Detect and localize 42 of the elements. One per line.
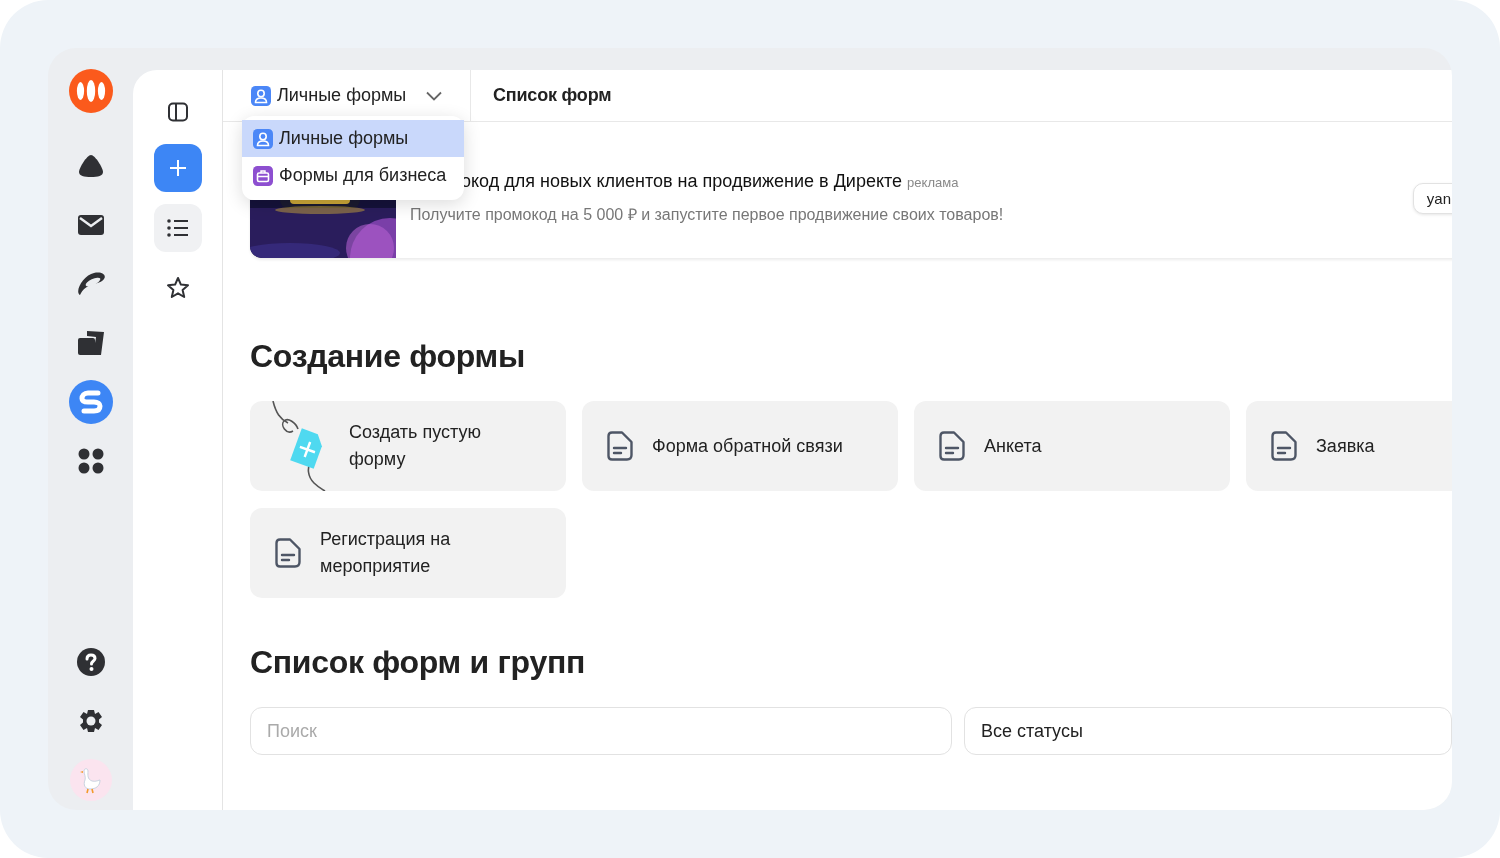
template-card[interactable]: Анкета (914, 401, 1230, 491)
section-heading: Создание формы (250, 338, 526, 375)
template-card[interactable]: Регистрация на мероприятие (250, 508, 566, 598)
search-field[interactable]: Поиск (250, 707, 952, 755)
document-icon (607, 431, 633, 461)
template-label: Форма обратной связи (652, 434, 843, 458)
forms-icon[interactable] (68, 380, 113, 424)
panel-toggle-icon[interactable] (167, 102, 188, 122)
ad-button[interactable]: yan (1412, 183, 1452, 214)
list-icon (166, 219, 189, 237)
drop-icon[interactable] (77, 154, 104, 178)
template-card[interactable]: Создать пустую форму (250, 401, 566, 491)
plus-icon (167, 158, 188, 178)
ad-label: реклама (907, 175, 959, 190)
help-icon[interactable] (76, 648, 105, 676)
template-label: Регистрация на мероприятие (320, 528, 452, 578)
document-icon (1271, 431, 1297, 461)
briefcase-icon (253, 165, 273, 186)
cards-icon[interactable] (76, 329, 105, 357)
template-label: Заявка (1316, 434, 1375, 458)
ad-description: Получите промокод на 5 000 ₽ и запустите первое продвижение своих товаров! (410, 205, 1005, 225)
star-icon (165, 276, 190, 300)
page-title: Список форм (492, 84, 612, 107)
template-card[interactable]: Заявка (1246, 401, 1452, 491)
menu-item[interactable]: Личные формы (242, 120, 464, 157)
template-label: Создать пустую форму (349, 421, 482, 471)
document-icon (275, 538, 301, 568)
create-button[interactable] (153, 144, 202, 192)
mail-icon[interactable] (77, 215, 104, 235)
document-icon (939, 431, 965, 461)
section-heading: Список форм и групп (250, 644, 586, 681)
menu-item[interactable]: Формы для бизнеса (242, 157, 464, 194)
workspace-dropdown[interactable]: Личные формы (251, 85, 443, 106)
person-icon (251, 85, 271, 106)
apps-icon[interactable] (77, 448, 104, 474)
template-card[interactable]: Форма обратной связи (582, 401, 898, 491)
chevron-down-icon (426, 90, 443, 101)
person-icon (253, 128, 273, 149)
template-label: Анкета (984, 434, 1042, 458)
logo-icon[interactable] (68, 69, 113, 113)
status-dropdown[interactable]: Все статусы (963, 707, 1452, 755)
list-button[interactable] (153, 204, 202, 252)
